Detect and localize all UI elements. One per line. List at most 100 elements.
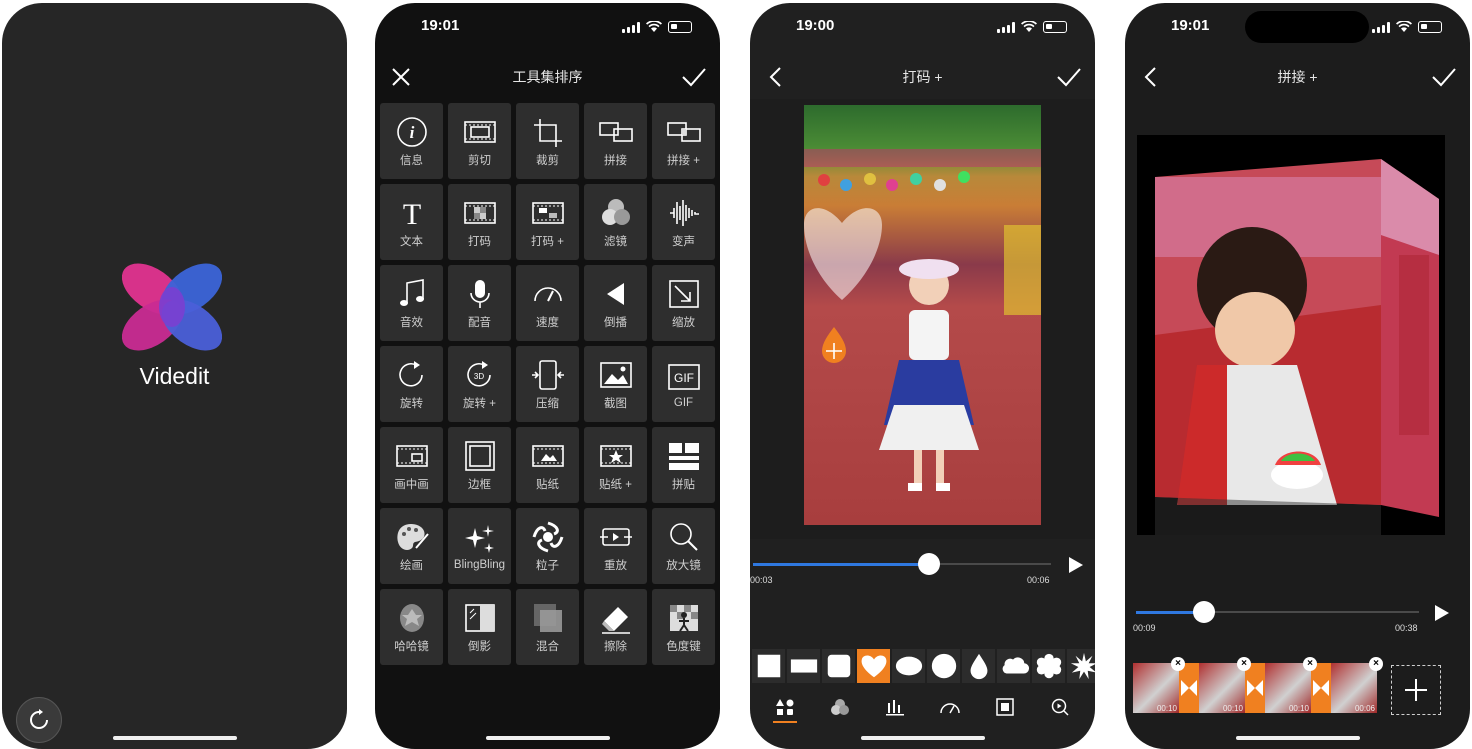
timeline-scrubber[interactable] xyxy=(918,553,940,575)
info-icon: i xyxy=(392,115,432,149)
tool-tile[interactable]: 贴纸 xyxy=(516,427,579,503)
app-name: Videdit xyxy=(139,363,210,389)
shape-option-cloud[interactable] xyxy=(997,649,1030,683)
tool-tile[interactable]: i 信息 xyxy=(380,103,443,179)
tool-label: 拼接 + xyxy=(667,154,700,167)
shape-option-drop[interactable] xyxy=(962,649,995,683)
tool-label: 信息 xyxy=(400,154,423,167)
tool-tile[interactable]: 截图 xyxy=(584,346,647,422)
shape-option-heart[interactable] xyxy=(857,649,890,683)
tool-tile[interactable]: 哈哈镜 xyxy=(380,589,443,665)
current-time: 00:03 xyxy=(750,575,773,585)
tab-filter[interactable] xyxy=(826,693,854,721)
tool-tile[interactable]: 贴纸 + xyxy=(584,427,647,503)
tool-tile[interactable]: 变声 xyxy=(652,184,715,260)
tool-label: 配音 xyxy=(468,316,491,329)
tool-tile[interactable]: 剪切 xyxy=(448,103,511,179)
tool-tile[interactable]: 边框 xyxy=(448,427,511,503)
tool-tile[interactable]: 裁剪 xyxy=(516,103,579,179)
tool-tile[interactable]: 速度 xyxy=(516,265,579,341)
remove-clip-icon[interactable]: × xyxy=(1369,657,1383,671)
refresh-button[interactable] xyxy=(16,697,62,743)
shape-option-flower[interactable] xyxy=(1032,649,1065,683)
tool-tile[interactable]: 倒影 xyxy=(448,589,511,665)
tool-tile[interactable]: GIF GIF xyxy=(652,346,715,422)
tool-tile[interactable]: 打码 xyxy=(448,184,511,260)
tab-frame[interactable] xyxy=(991,693,1019,721)
tool-label: 混合 xyxy=(536,640,559,653)
confirm-icon[interactable] xyxy=(1055,63,1083,91)
timeline-scrubber[interactable] xyxy=(1193,601,1215,623)
nav-bar: 工具集排序 xyxy=(375,57,720,97)
add-clip-button[interactable] xyxy=(1391,665,1441,715)
tool-tile[interactable]: 拼贴 xyxy=(652,427,715,503)
clip-thumbnail[interactable]: 00:10 × xyxy=(1199,657,1251,713)
palette-icon xyxy=(392,520,432,554)
video-frame[interactable] xyxy=(804,105,1041,525)
funhouse-mirror-icon xyxy=(392,601,432,635)
sticker-plus-icon xyxy=(596,439,636,473)
tool-tile[interactable]: 音效 xyxy=(380,265,443,341)
tool-tile[interactable]: BlingBling xyxy=(448,508,511,584)
mosaic-plus-screen: 19:00 打码 + 00:03 00:06 xyxy=(750,3,1095,749)
tool-label: 打码 xyxy=(468,235,491,248)
tool-tile[interactable]: 配音 xyxy=(448,265,511,341)
wifi-icon xyxy=(1021,21,1037,32)
tool-tile[interactable]: 拼接 xyxy=(584,103,647,179)
shape-option-ellipse[interactable] xyxy=(892,649,925,683)
shape-option-square[interactable] xyxy=(752,649,785,683)
tab-gauge[interactable] xyxy=(936,693,964,721)
transition-button[interactable] xyxy=(1311,663,1331,713)
eraser-icon xyxy=(596,601,636,635)
music-note-icon xyxy=(392,277,432,311)
svg-text:3D: 3D xyxy=(473,372,483,381)
tab-bars[interactable] xyxy=(881,693,909,721)
tool-tile[interactable]: 滤镜 xyxy=(584,184,647,260)
tool-tile[interactable]: 打码 + xyxy=(516,184,579,260)
confirm-icon[interactable] xyxy=(1430,63,1458,91)
confirm-icon[interactable] xyxy=(680,63,708,91)
video-preview[interactable] xyxy=(1137,135,1445,535)
search-play-icon xyxy=(1051,698,1069,716)
remove-clip-icon[interactable]: × xyxy=(1303,657,1317,671)
remove-clip-icon[interactable]: × xyxy=(1171,657,1185,671)
tool-tile[interactable]: 擦除 xyxy=(584,589,647,665)
tool-tile[interactable]: 倒播 xyxy=(584,265,647,341)
tab-shapes[interactable] xyxy=(771,693,799,723)
timeline[interactable]: 00:03 00:06 xyxy=(750,551,1095,591)
play-icon[interactable] xyxy=(1068,556,1084,574)
transition-button[interactable] xyxy=(1179,663,1199,713)
tool-tile[interactable]: 画中画 xyxy=(380,427,443,503)
tool-tile[interactable]: 拼接 + xyxy=(652,103,715,179)
tool-tile[interactable]: 放大镜 xyxy=(652,508,715,584)
shape-option-wide-rect[interactable] xyxy=(787,649,820,683)
tool-tile[interactable]: 3D 旋转 + xyxy=(448,346,511,422)
signal-icon xyxy=(622,21,640,33)
clip-thumbnail[interactable]: 00:10 × xyxy=(1265,657,1317,713)
timeline[interactable]: 00:09 00:38 xyxy=(1125,599,1470,639)
mosaic-plus-icon xyxy=(528,196,568,230)
play-icon[interactable] xyxy=(1434,604,1450,622)
tool-tile[interactable]: 旋转 xyxy=(380,346,443,422)
clip-thumbnail[interactable]: 00:06 × xyxy=(1331,657,1383,713)
page-title: 打码 + xyxy=(902,69,943,85)
tool-tile[interactable]: 混合 xyxy=(516,589,579,665)
toolset-sort-screen: 19:01 工具集排序 i 信息 剪切 裁剪 拼接 拼接 + T 文本 打码 打码 + 滤镜 变声 音效… xyxy=(375,3,720,749)
tab-search-play[interactable] xyxy=(1046,693,1074,721)
shape-option-circle[interactable] xyxy=(927,649,960,683)
shape-option-rounded-square[interactable] xyxy=(822,649,855,683)
tool-tile[interactable]: 重放 xyxy=(584,508,647,584)
shape-option-burst[interactable] xyxy=(1067,649,1095,683)
tool-tile[interactable]: 色度键 xyxy=(652,589,715,665)
tool-label: 速度 xyxy=(536,316,559,329)
remove-clip-icon[interactable]: × xyxy=(1237,657,1251,671)
transition-button[interactable] xyxy=(1245,663,1265,713)
tool-tile[interactable]: 缩放 xyxy=(652,265,715,341)
clip-thumbnail[interactable]: 00:10 × xyxy=(1133,657,1185,713)
home-indicator xyxy=(485,736,610,740)
tool-tile[interactable]: T 文本 xyxy=(380,184,443,260)
tool-tile[interactable]: 压缩 xyxy=(516,346,579,422)
tool-tile[interactable]: 粒子 xyxy=(516,508,579,584)
tool-tile[interactable]: 绘画 xyxy=(380,508,443,584)
svg-text:i: i xyxy=(409,123,414,142)
